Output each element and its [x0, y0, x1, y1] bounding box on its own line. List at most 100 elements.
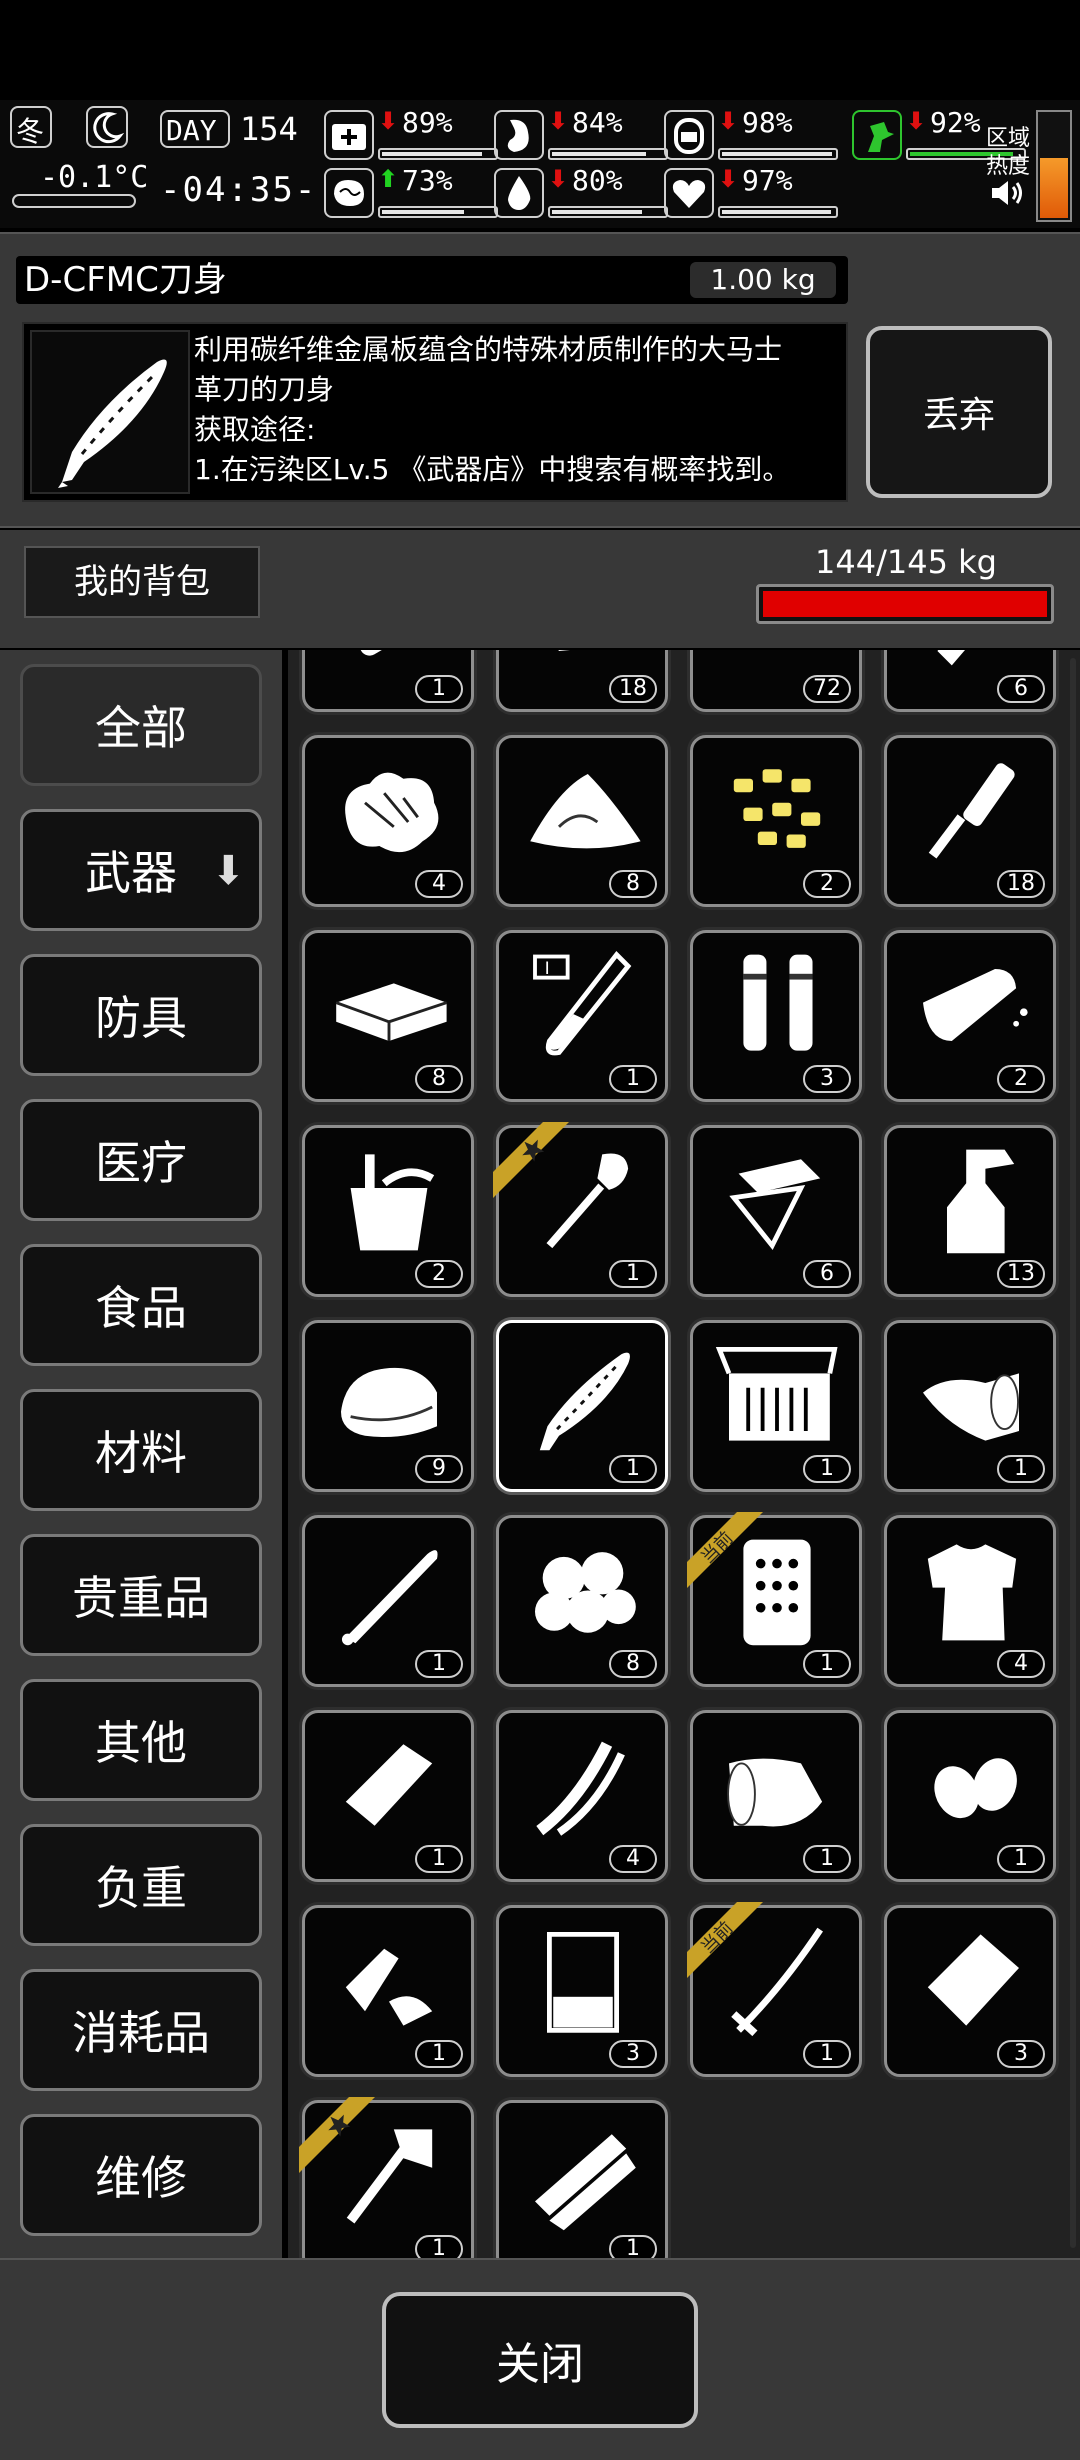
category-tab-6[interactable]: 贵重品 — [20, 1534, 262, 1656]
item-count: 6 — [803, 1260, 851, 1288]
stat-value: 98% — [742, 106, 793, 139]
inventory-slot[interactable]: 1 — [302, 1710, 474, 1882]
crate-icon — [715, 1347, 838, 1441]
inventory-slot[interactable]: 4 — [884, 1515, 1056, 1687]
item-count: 1 — [997, 1455, 1045, 1483]
baseball-bat-icon — [341, 1550, 438, 1646]
inventory-slot[interactable]: 6 — [690, 1125, 862, 1297]
inventory-slot[interactable]: 3 — [690, 930, 862, 1102]
inventory-slot[interactable]: 3 — [496, 1905, 668, 2077]
category-tab-8[interactable]: 负重 — [20, 1824, 262, 1946]
speaker-icon[interactable] — [990, 178, 1024, 208]
inventory-slot[interactable]: 13 — [884, 1125, 1056, 1297]
item-count: 1 — [609, 2235, 657, 2258]
blade-icon — [30, 330, 190, 494]
category-tab-7[interactable]: 其他 — [20, 1679, 262, 1801]
day-label-box: DAY — [160, 110, 230, 148]
milk-carton-icon — [345, 1744, 433, 1826]
inventory-slot[interactable]: 18 — [496, 650, 668, 712]
item-count: 3 — [609, 2040, 657, 2068]
item-count: 8 — [609, 870, 657, 898]
inventory-slot[interactable]: 8 — [496, 735, 668, 907]
inventory-slot[interactable]: 1 — [884, 1320, 1056, 1492]
bread-icon — [923, 969, 1028, 1041]
category-tab-10[interactable]: 维修 — [20, 2114, 262, 2236]
stat-mental: ⬆ 73% — [324, 166, 502, 226]
scrap-icon — [558, 650, 570, 651]
item-count: 1 — [415, 1650, 463, 1678]
item-name-bar: D-CFMC刀身 1.00 kg — [16, 256, 848, 304]
blade-icon — [539, 1352, 630, 1451]
stat-trend-arrow: ⬆ — [378, 165, 399, 193]
current-badge: 当前 — [687, 1512, 767, 1592]
category-label: 武器 — [85, 846, 177, 900]
category-tab-2[interactable]: 防具 — [20, 954, 262, 1076]
inventory-slot[interactable]: 8 — [302, 930, 474, 1102]
item-count: 1 — [415, 675, 463, 703]
torn-shirt-icon — [927, 1544, 1017, 1641]
inventory-slot[interactable]: 8 — [496, 1515, 668, 1687]
inventory-slot[interactable]: 1 — [496, 1320, 668, 1492]
bag-weight-fill — [763, 591, 1047, 617]
item-count: 18 — [997, 870, 1045, 898]
inventory-slot[interactable]: 72 — [690, 650, 862, 712]
eggs-icon — [934, 1758, 1017, 1819]
discard-button[interactable]: 丢弃 — [866, 326, 1052, 498]
inventory-slot[interactable]: 9 — [302, 1320, 474, 1492]
svg-text:I: I — [545, 959, 550, 979]
item-count: 1 — [997, 1845, 1045, 1873]
stat-bar — [548, 206, 668, 218]
item-count: 4 — [609, 1845, 657, 1873]
category-label: 负重 — [95, 1861, 187, 1915]
tape-roll-icon — [923, 1373, 1019, 1441]
inventory-slot[interactable]: 1 当前 — [687, 1512, 862, 1687]
zone-heat-label-2: 热度 — [986, 154, 1031, 179]
mask-icon — [664, 110, 714, 160]
item-count: 1 — [609, 1260, 657, 1288]
inventory-slot[interactable]: 1 — [302, 1905, 474, 2077]
inventory-slot[interactable]: 1 — [690, 1320, 862, 1492]
stat-value: 97% — [742, 164, 793, 197]
inventory-slot[interactable]: 1 — [496, 2100, 668, 2258]
category-all[interactable]: 全部 — [20, 664, 262, 786]
inventory-grid[interactable]: 1 18 72 6 4 8 2 18 8 I 1 3 2 2 1 6 13 9 1 1 1 1 8 1 当前 4 1 4 1 1 1 3 1 当前… — [288, 650, 1080, 2258]
inventory-slot[interactable]: 2 — [302, 1125, 474, 1297]
category-tab-4[interactable]: 食品 — [20, 1244, 262, 1366]
inventory-slot[interactable]: 1 — [302, 1515, 474, 1687]
test-tube-icon: I — [533, 950, 632, 1056]
cotton-balls-icon — [535, 1552, 636, 1633]
stat-bar-fill — [552, 210, 642, 214]
rubble-icon — [711, 650, 843, 675]
close-button[interactable]: 关闭 — [382, 2292, 698, 2428]
inventory-slot[interactable]: 4 — [496, 1710, 668, 1882]
stat-health: ⬇ 89% — [324, 108, 502, 168]
category-tab-9[interactable]: 消耗品 — [20, 1969, 262, 2091]
category-label: 医疗 — [95, 1136, 187, 1190]
inventory-slot[interactable]: 1 — [302, 650, 474, 712]
category-tab-1[interactable]: 武器 ⬇ — [20, 809, 262, 931]
item-count: 3 — [997, 2040, 1045, 2068]
inventory-slot[interactable]: I1 — [496, 930, 668, 1102]
inventory-slot[interactable]: 3 — [884, 1905, 1056, 2077]
inventory-slot[interactable]: 1 — [690, 1710, 862, 1882]
inventory-slot[interactable]: 1 — [493, 1122, 668, 1297]
bag-title: 我的背包 — [24, 546, 260, 618]
inventory-slot[interactable]: 1 — [884, 1710, 1056, 1882]
inventory-slot[interactable]: 4 — [302, 735, 474, 907]
category-tab-5[interactable]: 材料 — [20, 1389, 262, 1511]
bag-weight-bar — [756, 584, 1054, 624]
category-tab-3[interactable]: 医疗 — [20, 1099, 262, 1221]
inventory-slot[interactable]: 1 — [299, 2097, 474, 2258]
grid-scrollbar[interactable] — [1070, 658, 1076, 2248]
inventory-slot[interactable]: 2 — [884, 930, 1056, 1102]
favorite-star-icon — [299, 2097, 379, 2177]
inventory-slot[interactable]: 1 当前 — [687, 1902, 862, 2077]
item-count: 1 — [609, 1455, 657, 1483]
item-count: 1 — [803, 1455, 851, 1483]
inventory-slot[interactable]: 2 — [690, 735, 862, 907]
download-arrow-icon: ⬇ — [211, 848, 245, 894]
inventory-slot[interactable]: 6 — [884, 650, 1056, 712]
stat-value: 84% — [572, 106, 623, 139]
stat-trend-arrow: ⬇ — [378, 107, 399, 135]
inventory-slot[interactable]: 18 — [884, 735, 1056, 907]
